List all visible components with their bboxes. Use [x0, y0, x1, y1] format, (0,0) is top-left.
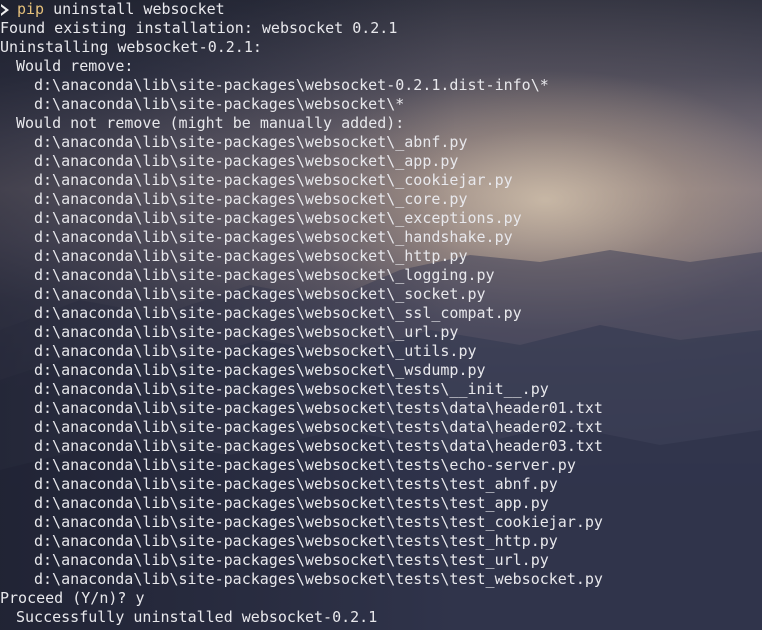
would-not-remove-header: Would not remove (might be manually adde…: [16, 114, 405, 132]
file-path-line: d:\anaconda\lib\site-packages\websocket\…: [34, 95, 405, 113]
file-path-line: d:\anaconda\lib\site-packages\websocket\…: [34, 513, 603, 531]
would-not-remove-list: d:\anaconda\lib\site-packages\websocket\…: [0, 133, 762, 589]
file-path-line: d:\anaconda\lib\site-packages\websocket\…: [34, 228, 513, 246]
success-line: Successfully uninstalled websocket-0.2.1: [16, 608, 378, 626]
file-path-line: d:\anaconda\lib\site-packages\websocket\…: [34, 418, 603, 436]
command-name: pip: [17, 0, 45, 18]
file-path-line: d:\anaconda\lib\site-packages\websocket\…: [34, 247, 468, 265]
file-path-line: d:\anaconda\lib\site-packages\websocket\…: [34, 285, 486, 303]
file-path-line: d:\anaconda\lib\site-packages\websocket\…: [34, 133, 468, 151]
would-remove-header: Would remove:: [16, 57, 134, 75]
would-remove-list: d:\anaconda\lib\site-packages\websocket-…: [0, 76, 762, 114]
file-path-line: d:\anaconda\lib\site-packages\websocket\…: [34, 266, 495, 284]
file-path-line: d:\anaconda\lib\site-packages\websocket\…: [34, 342, 477, 360]
file-path-line: d:\anaconda\lib\site-packages\websocket\…: [34, 380, 549, 398]
file-path-line: d:\anaconda\lib\site-packages\websocket\…: [34, 437, 603, 455]
file-path-line: d:\anaconda\lib\site-packages\websocket\…: [34, 190, 468, 208]
prompt-line: pip uninstall websocket: [0, 0, 762, 19]
file-path-line: d:\anaconda\lib\site-packages\websocket-…: [34, 76, 549, 94]
chevron-right-icon: [0, 0, 14, 19]
file-path-line: d:\anaconda\lib\site-packages\websocket\…: [34, 494, 549, 512]
file-path-line: d:\anaconda\lib\site-packages\websocket\…: [34, 323, 459, 341]
file-path-line: d:\anaconda\lib\site-packages\websocket\…: [34, 532, 558, 550]
file-path-line: d:\anaconda\lib\site-packages\websocket\…: [34, 152, 459, 170]
command-args: uninstall websocket: [44, 0, 225, 18]
file-path-line: d:\anaconda\lib\site-packages\websocket\…: [34, 551, 549, 569]
file-path-line: d:\anaconda\lib\site-packages\websocket\…: [34, 456, 576, 474]
file-path-line: d:\anaconda\lib\site-packages\websocket\…: [34, 361, 486, 379]
proceed-line: Proceed (Y/n)? y: [0, 589, 145, 607]
file-path-line: d:\anaconda\lib\site-packages\websocket\…: [34, 475, 558, 493]
file-path-line: d:\anaconda\lib\site-packages\websocket\…: [34, 209, 522, 227]
file-path-line: d:\anaconda\lib\site-packages\websocket\…: [34, 171, 513, 189]
file-path-line: d:\anaconda\lib\site-packages\websocket\…: [34, 304, 522, 322]
found-line: Found existing installation: websocket 0…: [0, 19, 398, 37]
file-path-line: d:\anaconda\lib\site-packages\websocket\…: [34, 570, 603, 588]
file-path-line: d:\anaconda\lib\site-packages\websocket\…: [34, 399, 603, 417]
uninstalling-line: Uninstalling websocket-0.2.1:: [0, 38, 262, 56]
terminal-output[interactable]: pip uninstall websocket Found existing i…: [0, 0, 762, 627]
